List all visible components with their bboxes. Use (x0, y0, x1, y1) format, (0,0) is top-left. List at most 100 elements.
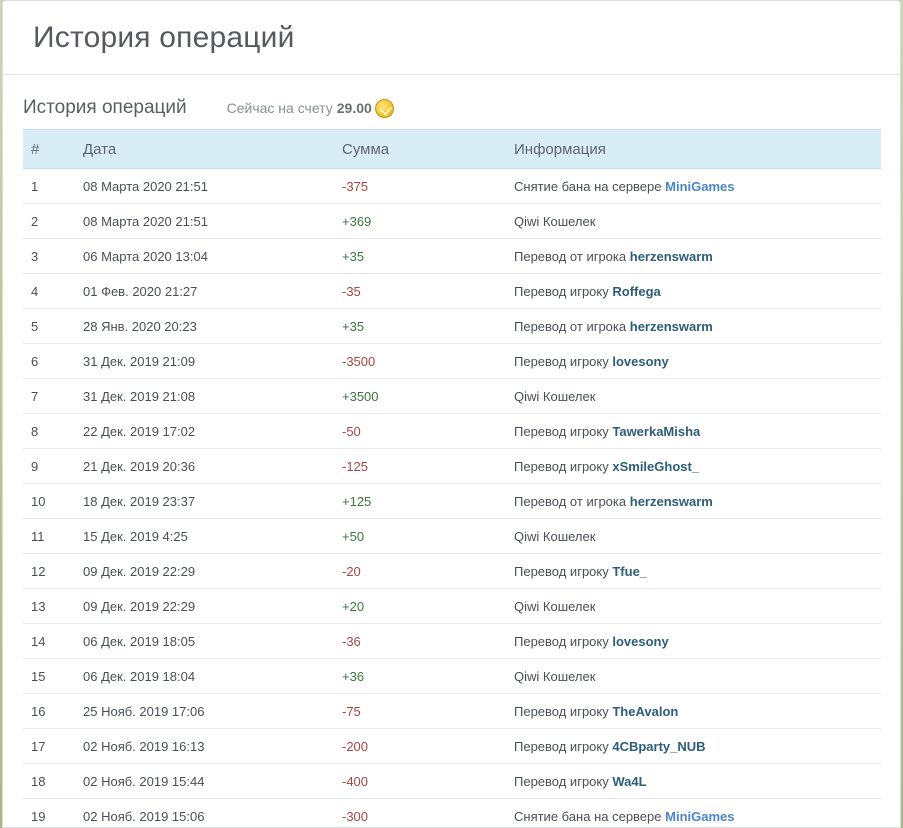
row-info-text: Qiwi Кошелек (514, 388, 596, 404)
row-info-text: Перевод от игрока (514, 248, 627, 264)
player-link[interactable]: lovesony (612, 354, 668, 369)
player-link[interactable]: herzenswarm (630, 319, 713, 334)
row-info: Перевод игроку xSmileGhost_ (514, 448, 881, 484)
row-info-text: Qiwi Кошелек (514, 213, 596, 229)
row-sum: +20 (342, 588, 514, 624)
row-sum: -36 (342, 623, 514, 659)
table-row: 2 08 Марта 2020 21:51 +369 Qiwi Кошелек (23, 203, 881, 239)
server-link[interactable]: MiniGames (665, 809, 734, 824)
row-date: 02 Нояб. 2019 16:13 (83, 728, 342, 764)
row-sum: -20 (342, 553, 514, 589)
row-number: 16 (23, 693, 83, 729)
row-info: Qiwi Кошелек (514, 518, 881, 554)
player-link[interactable]: herzenswarm (630, 494, 713, 509)
table-row: 19 02 Нояб. 2019 15:06 -300 Снятие бана на … (23, 798, 881, 827)
row-number: 15 (23, 658, 83, 694)
row-date: 06 Дек. 2019 18:05 (83, 623, 342, 659)
player-link[interactable]: Roffega (612, 284, 660, 299)
row-sum: -375 (342, 168, 514, 204)
table-head: # Дата Сумма Информация (23, 129, 881, 169)
row-date: 22 Дек. 2019 17:02 (83, 413, 342, 449)
row-sum: +50 (342, 518, 514, 554)
row-info: Перевод игроку Tfue_ (514, 553, 881, 589)
row-number: 19 (23, 798, 83, 827)
row-info-text: Qiwi Кошелек (514, 528, 596, 544)
row-date: 08 Марта 2020 21:51 (83, 168, 342, 204)
panel-header: История операций (3, 1, 900, 75)
row-info-text: Перевод от игрока (514, 318, 627, 334)
table-row: 15 06 Дек. 2019 18:04 +36 Qiwi Кошелек (23, 658, 881, 694)
row-info: Перевод игроку TheAvalon (514, 693, 881, 729)
row-date: 31 Дек. 2019 21:09 (83, 343, 342, 379)
section-header: История операций Сейчас на счету 29.00 (23, 97, 394, 119)
player-link[interactable]: TheAvalon (612, 704, 678, 719)
row-info: Qiwi Кошелек (514, 658, 881, 694)
section-title: История операций (23, 97, 187, 118)
row-info-text: Перевод от игрока (514, 493, 627, 509)
table-row: 4 01 Фев. 2020 21:27 -35 Перевод игроку Rof… (23, 273, 881, 309)
row-number: 17 (23, 728, 83, 764)
row-info-text: Перевод игроку (514, 773, 609, 789)
coin-icon (374, 98, 394, 118)
player-link[interactable]: herzenswarm (630, 249, 713, 264)
player-link[interactable]: 4CBparty_NUB (612, 739, 705, 754)
table-header-row: # Дата Сумма Информация (23, 129, 881, 169)
balance-value: 29.00 (336, 100, 372, 116)
row-info: Перевод игроку TawerkaMisha (514, 413, 881, 449)
row-sum: -125 (342, 448, 514, 484)
row-info-text: Qiwi Кошелек (514, 598, 596, 614)
row-sum: -35 (342, 273, 514, 309)
row-sum: +3500 (342, 378, 514, 414)
row-info-text: Перевод игроку (514, 423, 609, 439)
player-link[interactable]: lovesony (612, 634, 668, 649)
balance-info: Сейчас на счету 29.00 (227, 98, 394, 118)
row-date: 02 Нояб. 2019 15:44 (83, 763, 342, 799)
row-date: 31 Дек. 2019 21:08 (83, 378, 342, 414)
row-sum: -75 (342, 693, 514, 729)
row-date: 08 Марта 2020 21:51 (83, 203, 342, 239)
table-row: 5 28 Янв. 2020 20:23 +35 Перевод от игрока … (23, 308, 881, 344)
row-number: 10 (23, 483, 83, 519)
row-info: Перевод игроку Wa4L (514, 763, 881, 799)
row-number: 12 (23, 553, 83, 589)
row-sum: +369 (342, 203, 514, 239)
row-number: 6 (23, 343, 83, 379)
row-number: 8 (23, 413, 83, 449)
row-number: 4 (23, 273, 83, 309)
row-sum: -200 (342, 728, 514, 764)
row-date: 25 Нояб. 2019 17:06 (83, 693, 342, 729)
row-sum: -3500 (342, 343, 514, 379)
row-number: 14 (23, 623, 83, 659)
player-link[interactable]: Wa4L (612, 774, 646, 789)
table-row: 6 31 Дек. 2019 21:09 -3500 Перевод игроку l… (23, 343, 881, 379)
row-number: 3 (23, 238, 83, 274)
row-date: 18 Дек. 2019 23:37 (83, 483, 342, 519)
row-info-text: Перевод игроку (514, 283, 609, 299)
player-link[interactable]: TawerkaMisha (612, 424, 700, 439)
row-info: Перевод от игрока herzenswarm (514, 483, 881, 519)
column-header-sum: Сумма (342, 129, 514, 169)
row-info-text: Перевод игроку (514, 633, 609, 649)
row-number: 2 (23, 203, 83, 239)
row-date: 01 Фев. 2020 21:27 (83, 273, 342, 309)
row-info: Перевод игроку Roffega (514, 273, 881, 309)
operations-panel: История операций История операций Сейчас… (2, 0, 901, 828)
row-date: 09 Дек. 2019 22:29 (83, 553, 342, 589)
row-date: 15 Дек. 2019 4:25 (83, 518, 342, 554)
column-header-number: # (23, 129, 83, 169)
row-info-text: Перевод игроку (514, 563, 609, 579)
table-row: 9 21 Дек. 2019 20:36 -125 Перевод игроку xS… (23, 448, 881, 484)
row-number: 13 (23, 588, 83, 624)
row-sum: -400 (342, 763, 514, 799)
server-link[interactable]: MiniGames (665, 179, 734, 194)
player-link[interactable]: xSmileGhost_ (612, 459, 699, 474)
row-date: 28 Янв. 2020 20:23 (83, 308, 342, 344)
table-row: 12 09 Дек. 2019 22:29 -20 Перевод игроку Tf… (23, 553, 881, 589)
row-info: Снятие бана на сервере MiniGames (514, 168, 881, 204)
row-sum: +36 (342, 658, 514, 694)
row-info-text: Перевод игроку (514, 458, 609, 474)
column-header-info: Информация (514, 129, 881, 169)
player-link[interactable]: Tfue_ (612, 564, 647, 579)
row-info-text: Перевод игроку (514, 353, 609, 369)
row-info: Снятие бана на сервере MiniGames (514, 798, 881, 827)
